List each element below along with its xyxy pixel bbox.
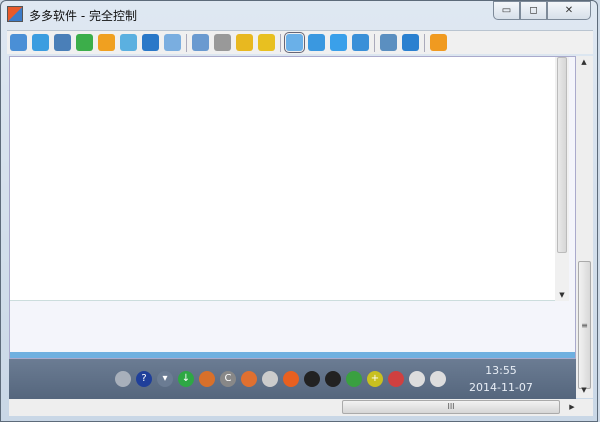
qq-icon-2[interactable] [325,371,341,387]
toolbar-separator [424,33,425,52]
remote-taskbar-tray: ? ▾ ↓ C +13:55 2014-11-07 [9,359,576,399]
clock-date: 2014-11-07 [469,381,533,394]
qq-icon[interactable] [304,371,320,387]
refresh-icon[interactable]: C [220,371,236,387]
inner-vertical-scrollbar[interactable]: ▼ [555,57,569,301]
speaker-icon[interactable] [409,371,425,387]
minimize-button[interactable]: ▭ [493,1,520,20]
show-hidden-icon[interactable]: ▾ [157,371,173,387]
phone-icon[interactable] [142,34,159,51]
toolbar [7,30,593,54]
window-icon[interactable] [32,34,49,51]
download-clip-icon[interactable] [236,34,253,51]
horizontal-scroll-thumb[interactable]: III [342,400,560,414]
pinwheel-icon[interactable] [241,371,257,387]
scroll-thumb[interactable] [557,57,567,253]
guard-shield-icon[interactable] [346,371,362,387]
upload-clip-icon[interactable] [258,34,275,51]
window-title: 多多软件 - 完全控制 [29,9,137,23]
maximize-button[interactable]: ◻ [520,1,547,20]
terminal-icon[interactable] [54,34,71,51]
vertical-scrollbar[interactable]: ▲ ≡ ▼ [576,56,593,398]
chat-icon[interactable] [120,34,137,51]
remote-screen-icon[interactable] [10,34,27,51]
browser-icon[interactable] [283,371,299,387]
scroll-down-arrow[interactable]: ▼ [555,291,569,299]
remote-screen-area[interactable] [10,57,555,301]
network-status-icon[interactable] [430,371,446,387]
toolbar-separator [186,33,187,52]
remote-display[interactable]: ▼ [9,56,576,359]
media-icon[interactable] [262,371,278,387]
network-icon[interactable] [214,34,231,51]
clock[interactable]: 13:55 2014-11-07 [469,362,533,396]
toolbar-separator [374,33,375,52]
horizontal-scrollbar[interactable]: III ▶ [9,399,593,416]
close-button[interactable]: ✕ [547,1,591,20]
plus-icon[interactable]: + [367,371,383,387]
fullscreen-icon[interactable] [330,34,347,51]
app-logo-icon [7,6,23,22]
toolbar-separator [280,33,281,52]
fit-view-icon[interactable] [308,34,325,51]
upload-icon[interactable] [192,34,209,51]
scroll-up-arrow[interactable]: ▲ [577,58,591,66]
disconnect-icon[interactable] [430,34,447,51]
remote-control-window: 多多软件 - 完全控制 ▭ ◻ ✕ ▼ ▲ ≡ ▼ ? ▾ ↓ C +13:55 2014… [0,0,598,422]
normal-view-icon[interactable] [284,32,305,53]
clock-time: 13:55 [485,364,517,377]
message-icon[interactable] [164,34,181,51]
security-shield-icon[interactable]: ↓ [178,371,194,387]
scroll-right-arrow[interactable]: ▶ [565,403,579,411]
stretch-icon[interactable] [352,34,369,51]
volume-icon[interactable] [388,371,404,387]
transfer-icon[interactable] [76,34,93,51]
app-icon[interactable] [199,371,215,387]
settings-tools-icon[interactable] [402,34,419,51]
remote-window-border [10,352,575,358]
scroll-down-arrow[interactable]: ▼ [577,386,591,394]
vertical-scroll-thumb[interactable]: ≡ [578,261,591,389]
power-icon[interactable] [98,34,115,51]
keyboard-icon[interactable] [115,371,131,387]
multi-screen-icon[interactable] [380,34,397,51]
help-icon[interactable]: ? [136,371,152,387]
